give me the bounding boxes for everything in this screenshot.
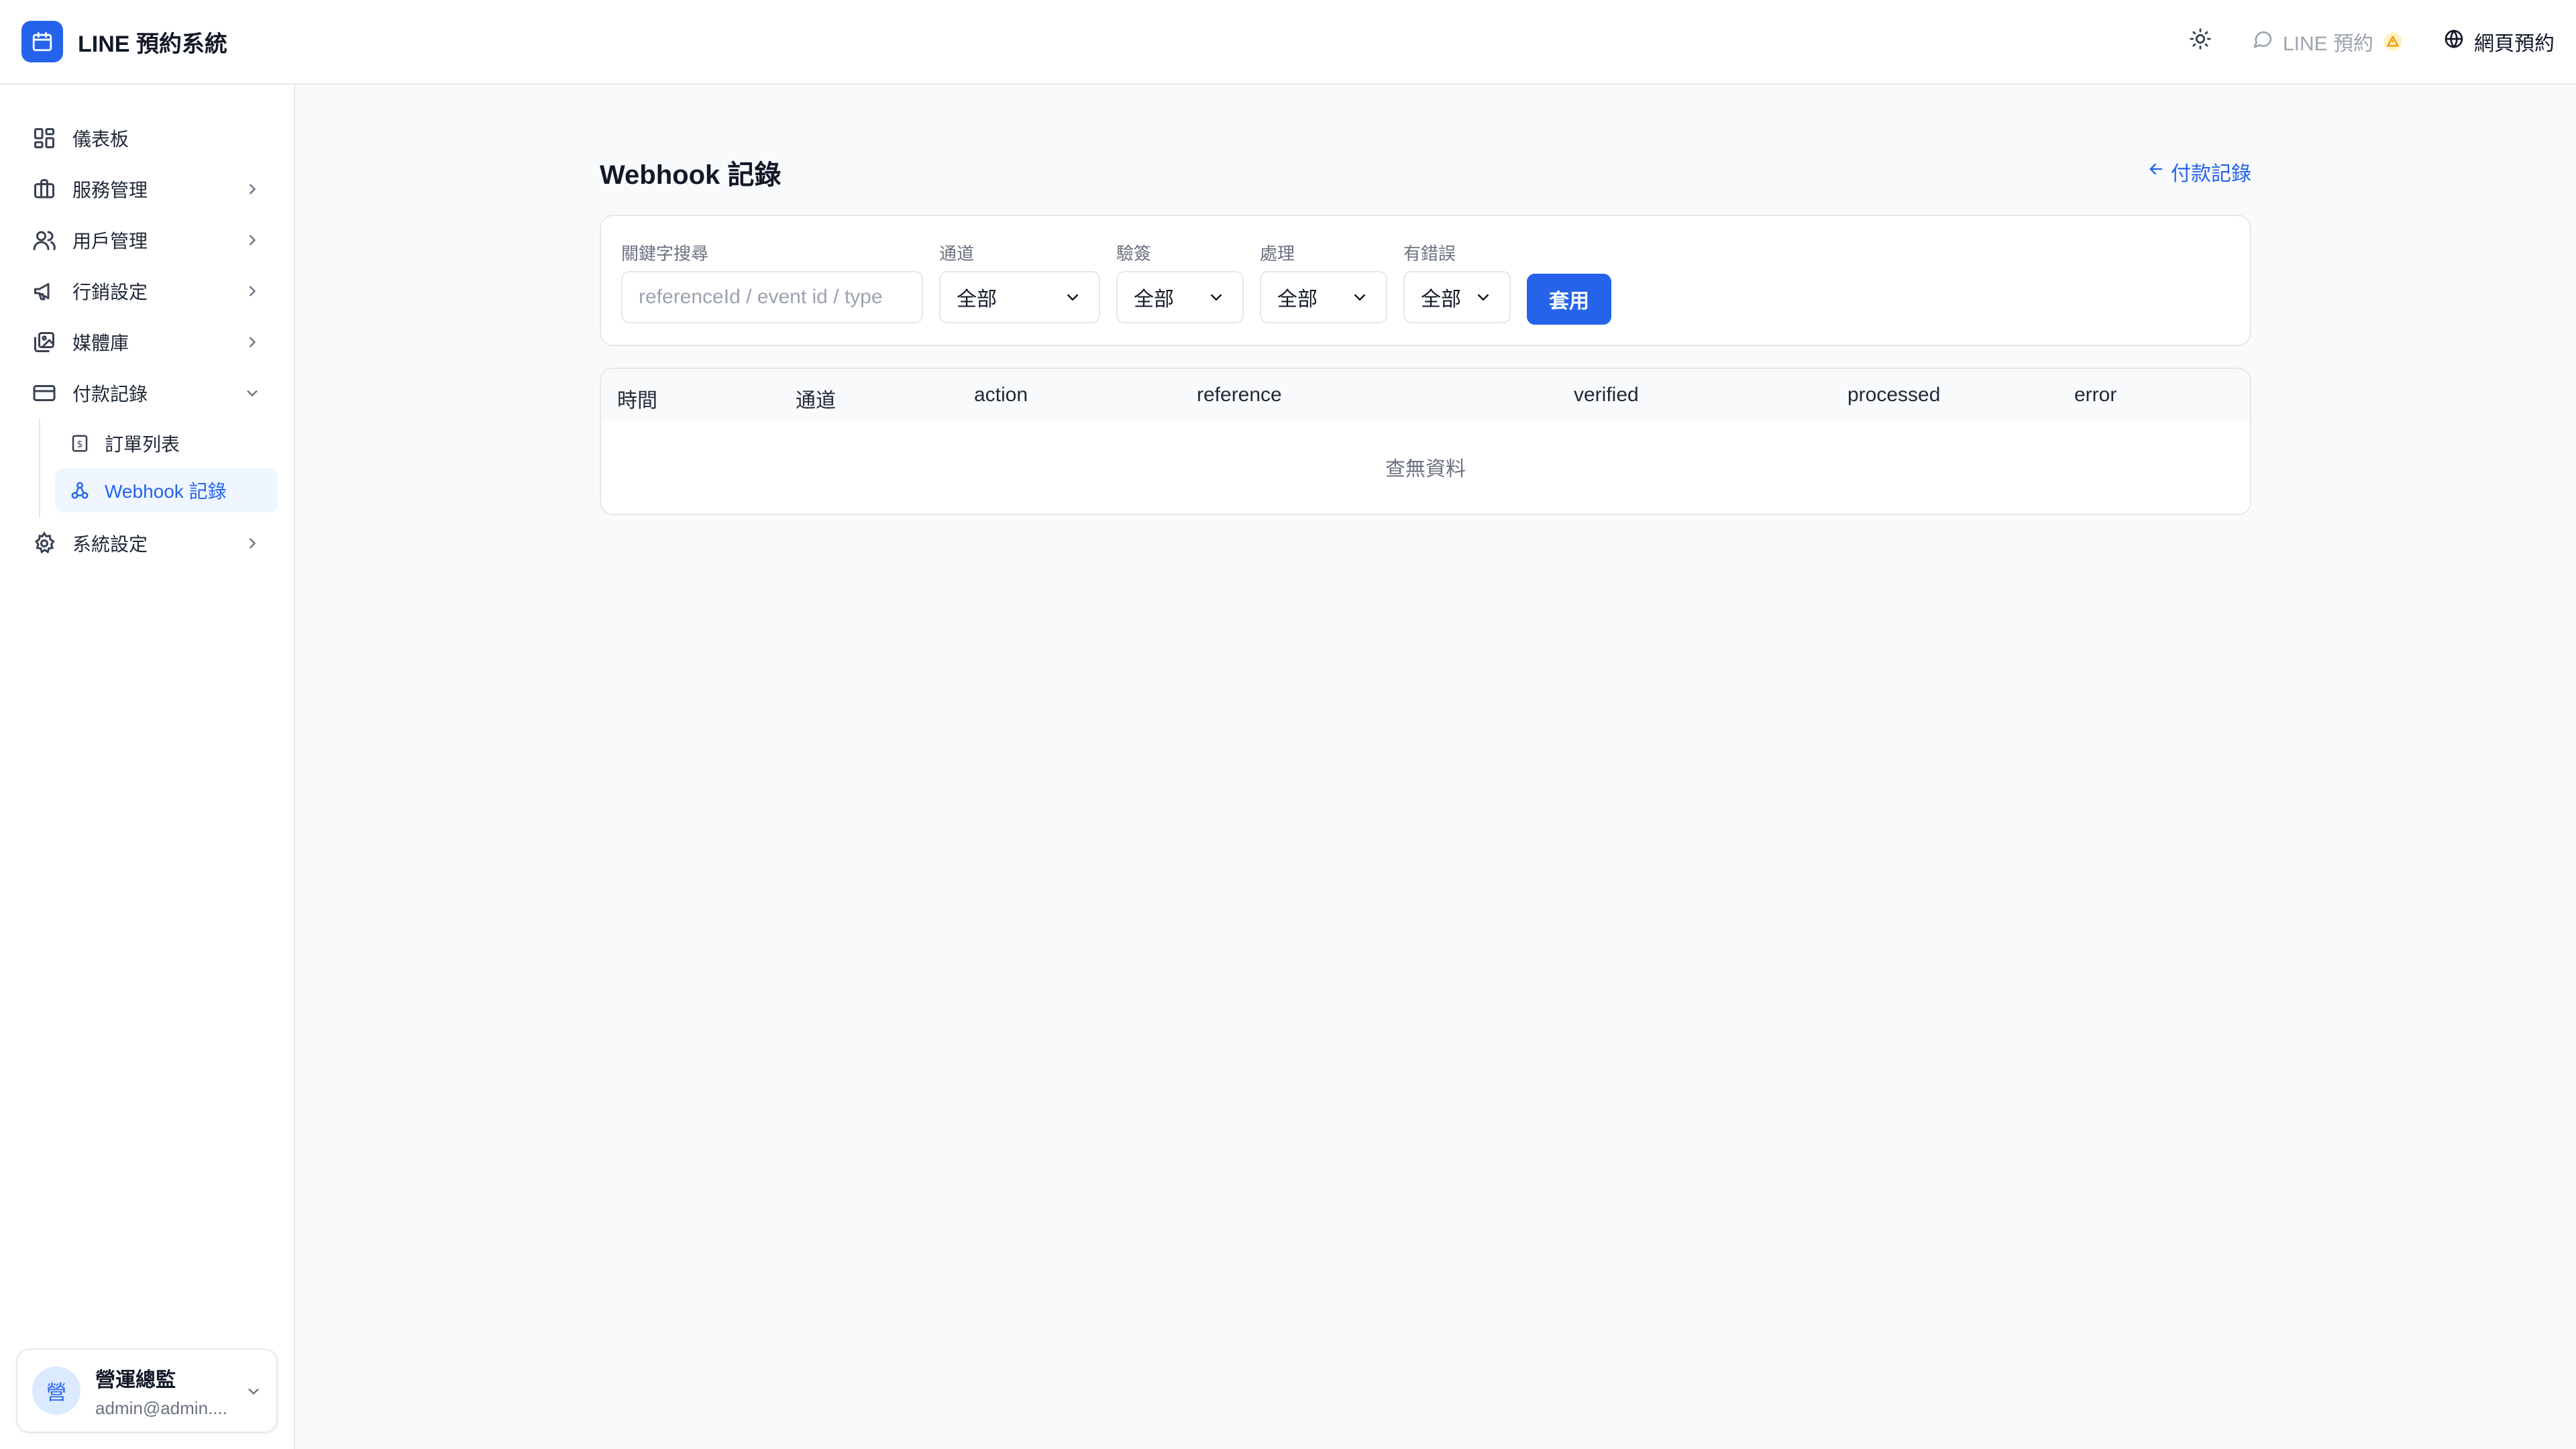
back-to-payments-link[interactable]: 付款記錄	[2147, 157, 2251, 186]
column-header[interactable]: 時間	[617, 384, 657, 413]
arrow-left-icon	[2147, 160, 2165, 184]
back-link-label: 付款記錄	[2171, 163, 2251, 185]
page-title: Webhook 記錄	[600, 160, 782, 190]
sidebar-item-users[interactable]: 用戶管理	[0, 215, 294, 266]
processed-select[interactable]: 全部	[1260, 271, 1387, 323]
processed-label: 處理	[1260, 244, 1295, 264]
table-header: 時間 通道 action reference verified processe…	[601, 369, 2250, 421]
verified-select[interactable]: 全部	[1116, 271, 1244, 323]
error-label: 有錯誤	[1403, 244, 1456, 264]
sidebar-item-orders[interactable]: $ 訂單列表	[55, 421, 278, 466]
top-header: LINE 預約系統 LINE 預約 網頁預約	[0, 0, 2576, 85]
chevron-down-icon	[1473, 287, 1493, 307]
sidebar-item-payments[interactable]: 付款記錄	[0, 368, 294, 419]
chevron-down-icon	[1350, 287, 1370, 307]
web-booking-label: 網頁預約	[2474, 33, 2555, 55]
channel-select[interactable]: 全部	[939, 271, 1100, 323]
verified-label: 驗簽	[1116, 244, 1152, 264]
channel-select-value: 全部	[957, 288, 997, 311]
sidebar-item-media[interactable]: 媒體庫	[0, 317, 294, 368]
column-header[interactable]: verified	[1574, 384, 1639, 407]
channel-label: 通道	[939, 244, 975, 264]
verified-select-value: 全部	[1134, 288, 1174, 311]
briefcase-icon	[32, 177, 56, 201]
column-header[interactable]: 通道	[796, 384, 836, 413]
web-booking-link[interactable]: 網頁預約	[2443, 27, 2555, 56]
sun-icon	[2189, 28, 2212, 56]
sidebar-item-settings[interactable]: 系統設定	[0, 518, 294, 569]
processed-select-value: 全部	[1277, 288, 1318, 311]
apply-button[interactable]: 套用	[1527, 274, 1611, 325]
svg-text:$: $	[77, 439, 83, 450]
theme-toggle-button[interactable]	[2189, 28, 2212, 56]
chevron-down-icon	[244, 1382, 263, 1401]
search-label: 關鍵字搜尋	[621, 244, 709, 264]
webhook-table: 時間 通道 action reference verified processe…	[600, 368, 2251, 515]
payments-submenu: $ 訂單列表 Webhook 記錄	[39, 419, 294, 518]
sidebar-sub-label: 訂單列表	[105, 434, 180, 455]
sidebar-item-label: 儀表板	[72, 129, 129, 150]
sidebar-item-label: 服務管理	[72, 180, 148, 201]
gear-icon	[32, 531, 56, 555]
calendar-icon	[21, 21, 63, 62]
chevron-right-icon	[243, 282, 262, 301]
chevron-right-icon	[243, 333, 262, 352]
chevron-down-icon	[1206, 287, 1226, 307]
user-email: admin@admin....	[95, 1397, 227, 1418]
sidebar-item-webhook[interactable]: Webhook 記錄	[55, 468, 278, 513]
column-header[interactable]: action	[974, 384, 1028, 407]
dashboard-icon	[32, 126, 56, 150]
column-header[interactable]: error	[2074, 384, 2116, 407]
filter-panel: 關鍵字搜尋 referenceId / event id / type 通道 全…	[600, 215, 2251, 346]
sidebar-item-label: 系統設定	[72, 534, 148, 555]
chevron-right-icon	[243, 180, 262, 199]
line-booking-label: LINE 預約	[2282, 33, 2373, 55]
column-header[interactable]: processed	[1847, 384, 1940, 407]
app-title: LINE 預約系統	[78, 31, 227, 57]
sidebar-item-label: 行銷設定	[72, 282, 148, 303]
webhook-icon	[70, 480, 90, 500]
error-select-value: 全部	[1421, 288, 1461, 311]
sidebar-sub-label: Webhook 記錄	[105, 481, 227, 502]
image-icon	[32, 330, 56, 354]
chat-bubble-icon	[2252, 28, 2273, 55]
sidebar: 儀表板 服務管理 用戶管理 行銷設定 媒體庫 付款記錄 $ 訂單列表 Webho…	[0, 85, 295, 1449]
brand[interactable]: LINE 預約系統	[21, 21, 227, 62]
sidebar-item-marketing[interactable]: 行銷設定	[0, 266, 294, 317]
error-select[interactable]: 全部	[1403, 271, 1511, 323]
sidebar-item-services[interactable]: 服務管理	[0, 164, 294, 215]
sidebar-item-label: 媒體庫	[72, 333, 129, 354]
chevron-down-icon	[1063, 287, 1083, 307]
chevron-down-icon	[243, 384, 262, 402]
receipt-icon: $	[70, 433, 90, 453]
line-booking-link[interactable]: LINE 預約	[2252, 27, 2403, 56]
sidebar-nav: 儀表板 服務管理 用戶管理 行銷設定 媒體庫 付款記錄 $ 訂單列表 Webho…	[0, 85, 294, 569]
sidebar-item-label: 付款記錄	[72, 384, 148, 405]
megaphone-icon	[32, 279, 56, 303]
avatar: 營	[32, 1366, 80, 1415]
chevron-right-icon	[243, 534, 262, 553]
sidebar-item-label: 用戶管理	[72, 231, 148, 252]
user-name: 營運總監	[95, 1368, 176, 1391]
users-icon	[32, 228, 56, 252]
warning-icon	[2383, 32, 2403, 52]
search-input[interactable]: referenceId / event id / type	[621, 271, 923, 323]
sidebar-item-dashboard[interactable]: 儀表板	[0, 113, 294, 164]
credit-card-icon	[32, 381, 56, 405]
globe-icon	[2443, 28, 2465, 55]
empty-state: 查無資料	[1385, 458, 1466, 480]
column-header[interactable]: reference	[1197, 384, 1282, 407]
user-menu[interactable]: 營 營運總監 admin@admin....	[16, 1348, 278, 1433]
chevron-right-icon	[243, 231, 262, 250]
